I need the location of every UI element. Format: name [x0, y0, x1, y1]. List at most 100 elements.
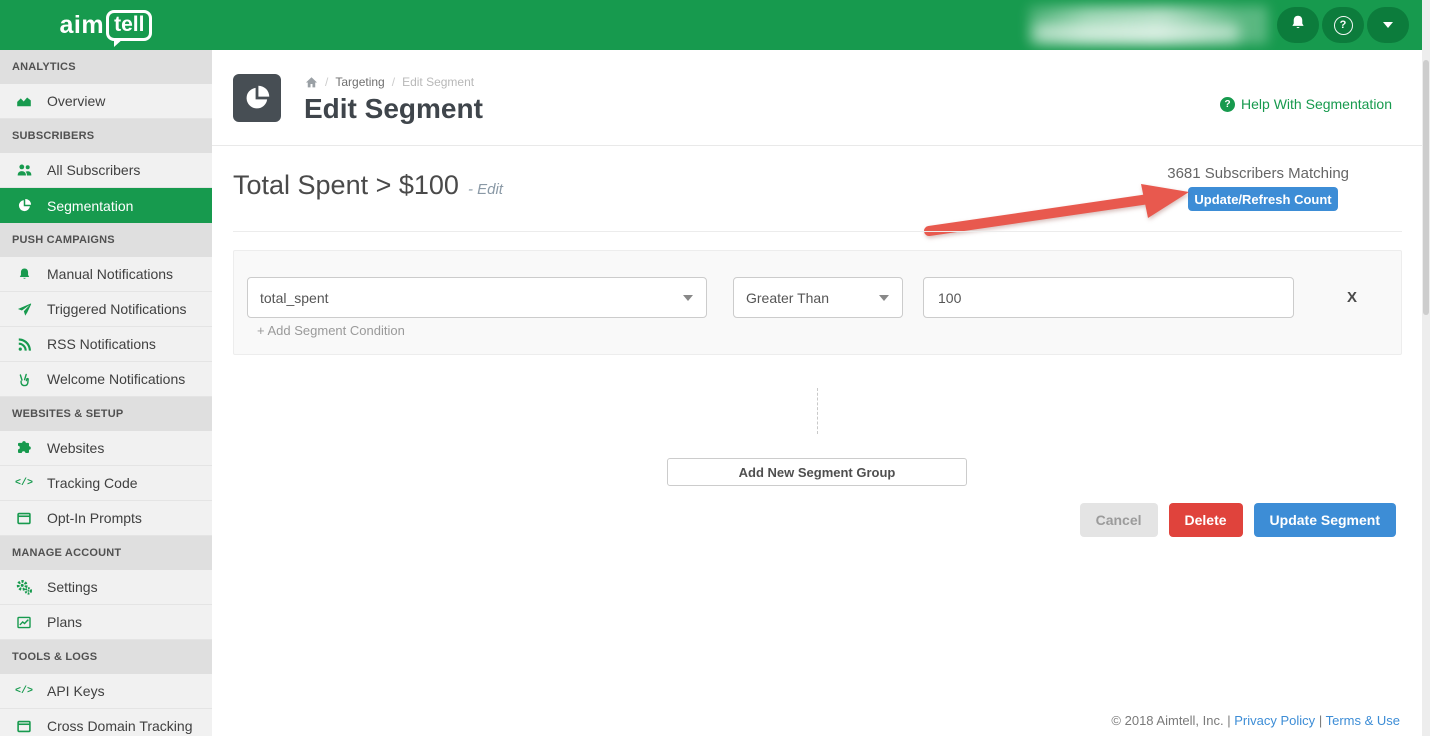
add-new-segment-group-button[interactable]: Add New Segment Group: [667, 458, 967, 486]
pie-chart-icon: [13, 198, 35, 213]
dropdown-caret-icon: [879, 295, 889, 301]
gears-icon: [13, 579, 35, 595]
aimtell-logo[interactable]: aim tell: [0, 0, 212, 50]
sidebar-item-label: Cross Domain Tracking: [47, 718, 193, 734]
add-segment-condition-link[interactable]: + Add Segment Condition: [257, 323, 405, 338]
page-header: / Targeting / Edit Segment Edit Segment …: [212, 50, 1422, 146]
breadcrumb-separator: /: [325, 75, 328, 89]
sidebar-item-label: Segmentation: [47, 198, 133, 214]
sidebar-item-plans[interactable]: Plans: [0, 605, 212, 640]
code-icon: </>: [13, 478, 35, 489]
condition-field-value: total_spent: [260, 290, 329, 306]
segment-title-row: Total Spent > $100 - Edit: [233, 170, 503, 201]
cancel-button[interactable]: Cancel: [1080, 503, 1158, 537]
chart-area-icon: [13, 93, 35, 109]
breadcrumb-current: Edit Segment: [402, 75, 474, 89]
footer-copyright: © 2018 Aimtell, Inc.: [1111, 713, 1223, 728]
footer: © 2018 Aimtell, Inc. | Privacy Policy | …: [1111, 713, 1400, 728]
footer-separator: |: [1319, 713, 1322, 728]
segment-edit-link[interactable]: - Edit: [468, 181, 503, 198]
breadcrumb-separator: /: [392, 75, 395, 89]
help-button[interactable]: ?: [1322, 7, 1364, 43]
sidebar-item-all-subscribers[interactable]: All Subscribers: [0, 153, 212, 188]
dropdown-caret-icon: [683, 295, 693, 301]
paper-plane-icon: [13, 302, 35, 317]
hand-peace-icon: [13, 372, 35, 387]
page-scrollbar[interactable]: [1422, 0, 1430, 736]
sidebar-item-label: Welcome Notifications: [47, 371, 185, 387]
line-chart-icon: [13, 615, 35, 630]
update-refresh-count-button[interactable]: Update/Refresh Count: [1188, 187, 1338, 211]
condition-value-input[interactable]: [936, 289, 1281, 307]
sidebar-item-label: Tracking Code: [47, 475, 138, 491]
question-icon: ?: [1334, 16, 1353, 35]
privacy-policy-link[interactable]: Privacy Policy: [1234, 713, 1315, 728]
sidebar-item-label: Overview: [47, 93, 105, 109]
sidebar-item-tracking-code[interactable]: </> Tracking Code: [0, 466, 212, 501]
sidebar-section-subscribers: SUBSCRIBERS: [0, 119, 212, 153]
main-content: / Targeting / Edit Segment Edit Segment …: [212, 50, 1422, 736]
remove-condition-button[interactable]: X: [1347, 289, 1357, 306]
condition-operator-select[interactable]: Greater Than: [733, 277, 903, 318]
logo-text-aim: aim: [60, 11, 105, 40]
sidebar-item-label: Opt-In Prompts: [47, 510, 142, 526]
sidebar-section-analytics: ANALYTICS: [0, 50, 212, 84]
sidebar-section-websites-setup: WEBSITES & SETUP: [0, 397, 212, 431]
home-icon[interactable]: [305, 76, 318, 89]
code-icon: </>: [13, 686, 35, 697]
puzzle-icon: [13, 440, 35, 456]
condition-operator-value: Greater Than: [746, 290, 829, 306]
sidebar-item-label: RSS Notifications: [47, 336, 156, 352]
sidebar-item-label: Plans: [47, 614, 82, 630]
delete-button[interactable]: Delete: [1169, 503, 1243, 537]
segment-pie-icon: [233, 74, 281, 122]
terms-link[interactable]: Terms & Use: [1326, 713, 1400, 728]
scrollbar-thumb[interactable]: [1423, 60, 1429, 315]
notifications-button[interactable]: [1277, 7, 1319, 43]
breadcrumb: / Targeting / Edit Segment: [305, 75, 474, 89]
window-icon: [13, 719, 35, 734]
sidebar-item-manual-notifications[interactable]: Manual Notifications: [0, 257, 212, 292]
page-title: Edit Segment: [304, 93, 483, 125]
segment-name: Total Spent > $100: [233, 170, 459, 201]
bell-icon: [13, 267, 35, 282]
sidebar-item-rss-notifications[interactable]: RSS Notifications: [0, 327, 212, 362]
subscribers-matching-count: 3681 Subscribers Matching: [1167, 165, 1349, 182]
condition-field-select[interactable]: total_spent: [247, 277, 707, 318]
breadcrumb-targeting[interactable]: Targeting: [335, 75, 384, 89]
topbar: aim tell ?: [0, 0, 1422, 50]
help-with-segmentation-link[interactable]: ? Help With Segmentation: [1220, 96, 1392, 112]
sidebar-item-segmentation[interactable]: Segmentation: [0, 188, 212, 223]
question-circle-icon: ?: [1220, 97, 1235, 112]
sidebar: ANALYTICS Overview SUBSCRIBERS All Subscrib…: [0, 50, 212, 736]
users-icon: [13, 162, 35, 178]
annotation-arrow: [915, 183, 1207, 245]
sidebar-item-label: Websites: [47, 440, 104, 456]
bell-icon: [1289, 14, 1307, 37]
sidebar-item-opt-in-prompts[interactable]: Opt-In Prompts: [0, 501, 212, 536]
sidebar-section-push-campaigns: PUSH CAMPAIGNS: [0, 223, 212, 257]
sidebar-item-cross-domain-tracking[interactable]: Cross Domain Tracking: [0, 709, 212, 736]
window-icon: [13, 511, 35, 526]
caret-down-icon: [1383, 22, 1393, 28]
update-segment-button[interactable]: Update Segment: [1254, 503, 1396, 537]
sidebar-item-triggered-notifications[interactable]: Triggered Notifications: [0, 292, 212, 327]
group-connector-line: [817, 388, 818, 434]
condition-value-wrapper: [923, 277, 1294, 318]
account-menu-button[interactable]: [1367, 7, 1409, 43]
sidebar-item-label: Manual Notifications: [47, 266, 173, 282]
sidebar-item-welcome-notifications[interactable]: Welcome Notifications: [0, 362, 212, 397]
sidebar-item-label: Triggered Notifications: [47, 301, 187, 317]
sidebar-item-settings[interactable]: Settings: [0, 570, 212, 605]
sidebar-item-label: All Subscribers: [47, 162, 140, 178]
sidebar-item-label: API Keys: [47, 683, 105, 699]
topbar-redacted-account-2: [1034, 24, 1239, 42]
logo-text-tell: tell: [106, 10, 152, 41]
sidebar-item-websites[interactable]: Websites: [0, 431, 212, 466]
sidebar-item-label: Settings: [47, 579, 98, 595]
sidebar-section-manage-account: MANAGE ACCOUNT: [0, 536, 212, 570]
segment-condition-group: total_spent Greater Than X + Add Segment…: [233, 250, 1402, 355]
rss-icon: [13, 337, 35, 352]
sidebar-item-api-keys[interactable]: </> API Keys: [0, 674, 212, 709]
sidebar-item-overview[interactable]: Overview: [0, 84, 212, 119]
